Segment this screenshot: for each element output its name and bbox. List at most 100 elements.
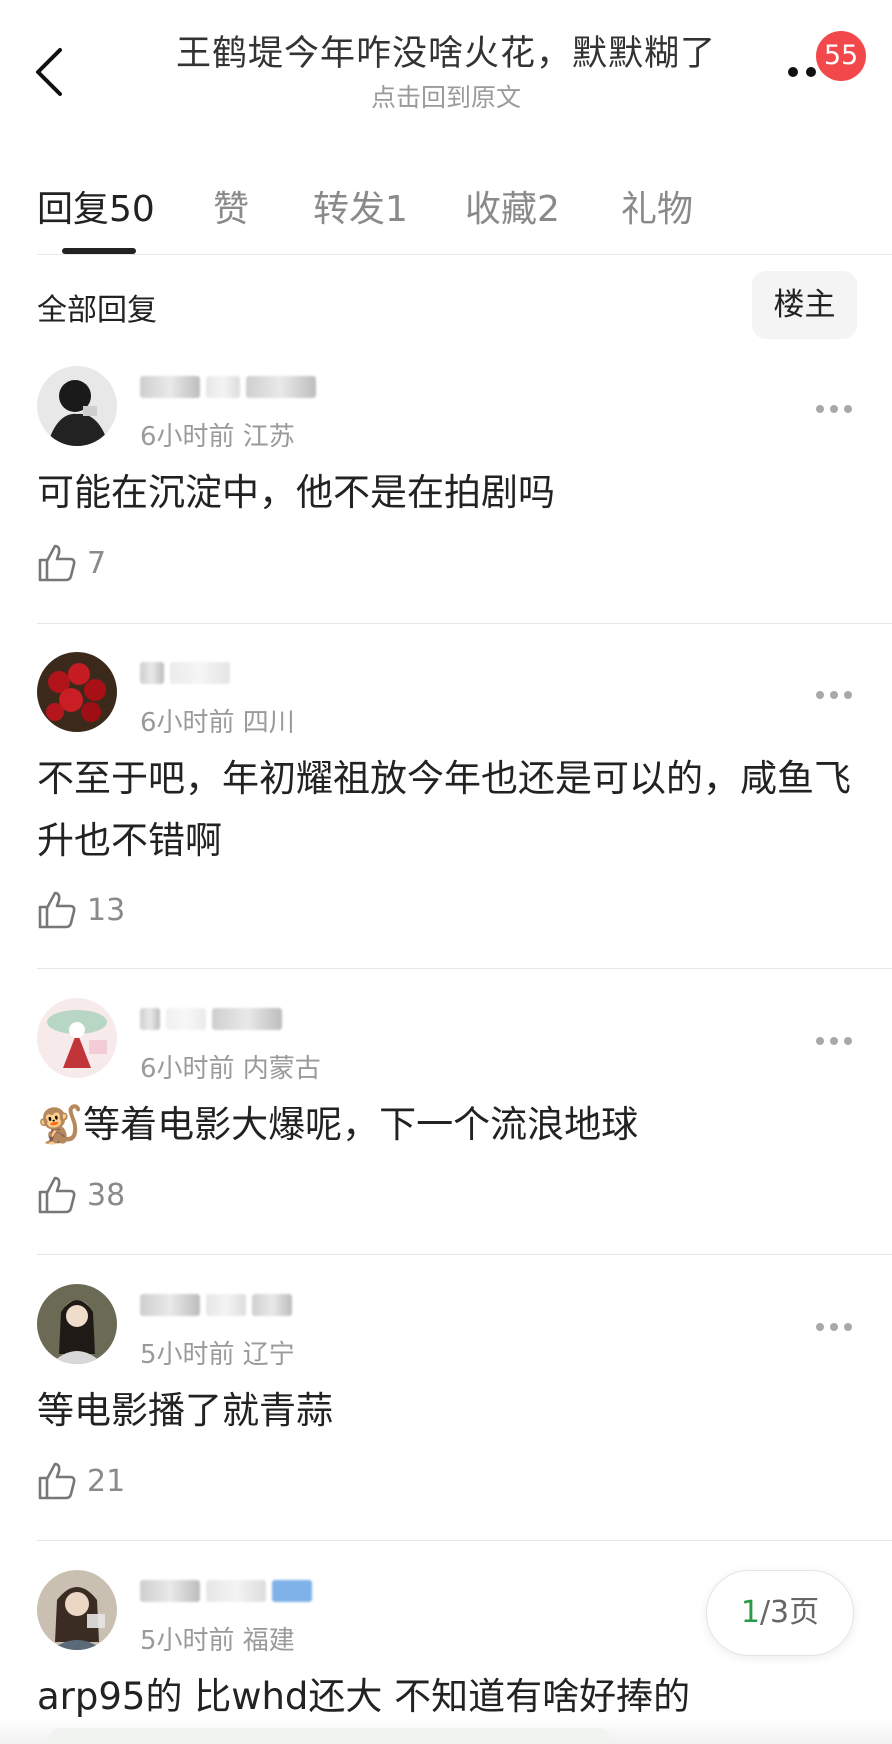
blur-segment bbox=[272, 1580, 312, 1602]
comment-more-button[interactable] bbox=[814, 1031, 854, 1051]
tab-label: 转发 bbox=[313, 189, 386, 230]
tab-label: 收藏 bbox=[465, 189, 538, 230]
comment-meta: 6小时前 内蒙古 bbox=[140, 1054, 321, 1084]
tab-replies[interactable]: 回复50 bbox=[37, 180, 155, 232]
tab-count: 2 bbox=[537, 189, 560, 230]
divider bbox=[37, 1540, 892, 1541]
thumbs-up-icon bbox=[38, 1176, 76, 1214]
avatar[interactable] bbox=[37, 1570, 117, 1650]
username-blurred[interactable] bbox=[140, 1008, 282, 1034]
blur-segment bbox=[206, 1580, 266, 1602]
more-icon bbox=[816, 405, 824, 413]
comment-text: 不至于吧，年初耀祖放今年也还是可以的，咸鱼飞升也不错啊 bbox=[37, 757, 851, 862]
more-icon-dot bbox=[830, 1323, 838, 1331]
like-button[interactable]: 38 bbox=[37, 1173, 125, 1217]
tab-label: 回复 bbox=[37, 189, 110, 230]
comment-meta: 6小时前 四川 bbox=[140, 708, 295, 738]
comment-meta: 5小时前 福建 bbox=[140, 1626, 295, 1656]
avatar-image bbox=[37, 998, 117, 1078]
more-icon bbox=[816, 691, 824, 699]
username-blurred[interactable] bbox=[140, 662, 230, 688]
more-icon-dot bbox=[844, 405, 852, 413]
like-button[interactable]: 7 bbox=[37, 541, 106, 585]
total-pages: /3页 bbox=[759, 1595, 820, 1630]
more-icon-dot bbox=[830, 1037, 838, 1045]
thumbs-up-icon bbox=[38, 1462, 76, 1500]
tab-likes[interactable]: 赞 bbox=[213, 180, 249, 232]
blur-segment bbox=[246, 376, 316, 398]
like-button[interactable]: 13 bbox=[37, 888, 125, 932]
blur-segment bbox=[140, 1008, 160, 1030]
blur-segment bbox=[252, 1294, 292, 1316]
divider bbox=[37, 968, 892, 969]
more-icon-dot bbox=[830, 691, 838, 699]
like-count: 38 bbox=[87, 1177, 126, 1213]
avatar-image bbox=[37, 652, 117, 732]
chevron-left-icon bbox=[36, 48, 62, 96]
tab-label: 赞 bbox=[213, 189, 250, 230]
more-icon bbox=[816, 1323, 824, 1331]
blur-segment bbox=[170, 662, 230, 684]
tab-favorites[interactable]: 收藏2 bbox=[465, 180, 560, 232]
blur-segment bbox=[206, 376, 240, 398]
comment-more-button[interactable] bbox=[814, 685, 854, 705]
thumbs-up-icon bbox=[38, 544, 76, 582]
more-icon-dot bbox=[830, 405, 838, 413]
comment-meta: 6小时前 江苏 bbox=[140, 422, 295, 452]
page-indicator[interactable]: 1/3页 bbox=[706, 1570, 854, 1656]
avatar-image bbox=[37, 1570, 117, 1650]
back-button[interactable] bbox=[28, 40, 72, 104]
top-bar: 王鹤堤今年咋没啥火花，默默糊了 点击回到原文 55 bbox=[0, 0, 892, 125]
avatar[interactable] bbox=[37, 998, 117, 1078]
reply-input-bar[interactable] bbox=[50, 1728, 610, 1744]
avatar[interactable] bbox=[37, 366, 117, 446]
tab-reposts[interactable]: 转发1 bbox=[313, 180, 408, 232]
avatar[interactable] bbox=[37, 1284, 117, 1364]
blur-segment bbox=[140, 376, 200, 398]
like-count: 13 bbox=[87, 892, 126, 928]
more-icon bbox=[816, 1037, 824, 1045]
username-blurred[interactable] bbox=[140, 1294, 292, 1320]
comment-meta: 5小时前 辽宁 bbox=[140, 1340, 295, 1370]
blur-segment bbox=[212, 1008, 282, 1030]
active-tab-indicator bbox=[62, 248, 136, 254]
blur-segment bbox=[140, 662, 164, 684]
tab-count: 1 bbox=[385, 189, 408, 230]
comment-text: 🐒等着电影大爆呢，下一个流浪地球 bbox=[37, 1103, 639, 1146]
post-title[interactable]: 王鹤堤今年咋没啥火花，默默糊了 bbox=[120, 30, 772, 78]
comment-more-button[interactable] bbox=[814, 1317, 854, 1337]
tab-label: 礼物 bbox=[621, 189, 694, 230]
more-icon-dot bbox=[806, 67, 816, 77]
blur-segment bbox=[166, 1008, 206, 1030]
current-page: 1 bbox=[740, 1595, 760, 1630]
username-blurred[interactable] bbox=[140, 1580, 312, 1606]
like-count: 21 bbox=[87, 1463, 126, 1499]
thumbs-up-icon bbox=[38, 891, 76, 929]
divider bbox=[37, 1254, 892, 1255]
more-icon-dot bbox=[844, 691, 852, 699]
comment-text: 可能在沉淀中，他不是在拍剧吗 bbox=[37, 471, 555, 514]
more-icon bbox=[788, 67, 798, 77]
tab-gifts[interactable]: 礼物 bbox=[621, 180, 693, 232]
comment-text: 等电影播了就青蒜 bbox=[37, 1389, 333, 1432]
avatar-image bbox=[37, 366, 117, 446]
avatar[interactable] bbox=[37, 652, 117, 732]
divider bbox=[37, 623, 892, 624]
blur-segment bbox=[206, 1294, 246, 1316]
tab-count: 50 bbox=[109, 189, 155, 230]
back-to-original-link[interactable]: 点击回到原文 bbox=[120, 82, 772, 114]
interaction-tabs: 回复50 赞 转发1 收藏2 礼物 bbox=[37, 160, 892, 255]
more-icon-dot bbox=[844, 1037, 852, 1045]
all-replies-label[interactable]: 全部回复 bbox=[37, 285, 157, 329]
title-area[interactable]: 王鹤堤今年咋没啥火花，默默糊了 点击回到原文 bbox=[120, 30, 772, 114]
more-icon-dot bbox=[844, 1323, 852, 1331]
like-button[interactable]: 21 bbox=[37, 1459, 125, 1503]
like-count: 7 bbox=[87, 545, 107, 581]
notification-badge[interactable]: 55 bbox=[816, 31, 866, 81]
blur-segment bbox=[140, 1580, 200, 1602]
username-blurred[interactable] bbox=[140, 376, 316, 402]
avatar-image bbox=[37, 1284, 117, 1364]
comment-more-button[interactable] bbox=[814, 399, 854, 419]
blur-segment bbox=[140, 1294, 200, 1316]
owner-only-button[interactable]: 楼主 bbox=[752, 271, 857, 339]
